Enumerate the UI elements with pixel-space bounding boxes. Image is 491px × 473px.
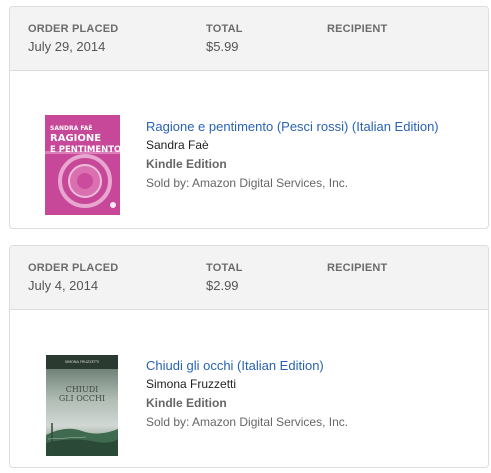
order-placed-date: July 29, 2014 [28, 39, 106, 54]
order-recipient-label: RECIPIENT [327, 262, 388, 274]
order-recipient-column: RECIPIENT [327, 22, 387, 36]
your-orders-page: ORDER PLACED July 29, 2014 TOTAL $5.99 R… [0, 0, 491, 473]
product-format: Kindle Edition [146, 396, 227, 410]
book-cover-art: SANDRA FAÈ RAGIONE E PENTIMENTO [45, 115, 120, 215]
product-seller: Sold by: Amazon Digital Services, Inc. [146, 176, 349, 190]
order-placed-column: ORDER PLACED July 4, 2014 [28, 261, 118, 294]
order-header: ORDER PLACED July 4, 2014 TOTAL $2.99 RE… [10, 246, 488, 310]
order-recipient-label: RECIPIENT [327, 23, 388, 35]
order-recipient-column: RECIPIENT [327, 261, 387, 275]
order-placed-date: July 4, 2014 [28, 278, 99, 293]
order-placed-column: ORDER PLACED July 29, 2014 [28, 22, 118, 55]
order-card: ORDER PLACED July 29, 2014 TOTAL $5.99 R… [9, 6, 489, 229]
cover-author-text: SIMONA FRUZZETTI [65, 360, 99, 364]
order-total-value: $5.99 [206, 39, 239, 54]
order-placed-label: ORDER PLACED [28, 23, 119, 35]
product-seller: Sold by: Amazon Digital Services, Inc. [146, 415, 349, 429]
order-total-label: TOTAL [206, 23, 243, 35]
book-cover-image[interactable]: SANDRA FAÈ RAGIONE E PENTIMENTO [45, 115, 120, 215]
product-title-link[interactable]: Chiudi gli occhi (Italian Edition) [146, 356, 348, 375]
order-total-column: TOTAL $2.99 [206, 261, 243, 294]
order-total-label: TOTAL [206, 262, 243, 274]
order-placed-label: ORDER PLACED [28, 262, 119, 274]
cover-author-text: SANDRA FAÈ [50, 124, 92, 132]
product-title-link[interactable]: Ragione e pentimento (Pesci rossi) (Ital… [146, 117, 439, 136]
cover-title-line1: RAGIONE [50, 133, 101, 144]
cover-title-line1: CHIUDI [66, 385, 99, 394]
book-cover-art: SIMONA FRUZZETTI CHIUDI GLI OCCHI [46, 355, 118, 456]
book-cover-image[interactable]: SIMONA FRUZZETTI CHIUDI GLI OCCHI [46, 355, 118, 456]
order-item: SIMONA FRUZZETTI CHIUDI GLI OCCHI Chiudi… [10, 310, 488, 467]
item-details: Chiudi gli occhi (Italian Edition) Simon… [146, 356, 348, 432]
cover-title-line2: E PENTIMENTO [50, 145, 120, 155]
item-details: Ragione e pentimento (Pesci rossi) (Ital… [146, 117, 439, 193]
order-header: ORDER PLACED July 29, 2014 TOTAL $5.99 R… [10, 7, 488, 71]
order-card: ORDER PLACED July 4, 2014 TOTAL $2.99 RE… [9, 245, 489, 468]
cover-title-line2: GLI OCCHI [59, 394, 105, 403]
product-format: Kindle Edition [146, 157, 227, 171]
order-item: SANDRA FAÈ RAGIONE E PENTIMENTO Ragione … [10, 71, 488, 228]
order-total-value: $2.99 [206, 278, 239, 293]
order-total-column: TOTAL $5.99 [206, 22, 243, 55]
product-author: Simona Fruzzetti [146, 377, 237, 391]
product-author: Sandra Faè [146, 138, 209, 152]
